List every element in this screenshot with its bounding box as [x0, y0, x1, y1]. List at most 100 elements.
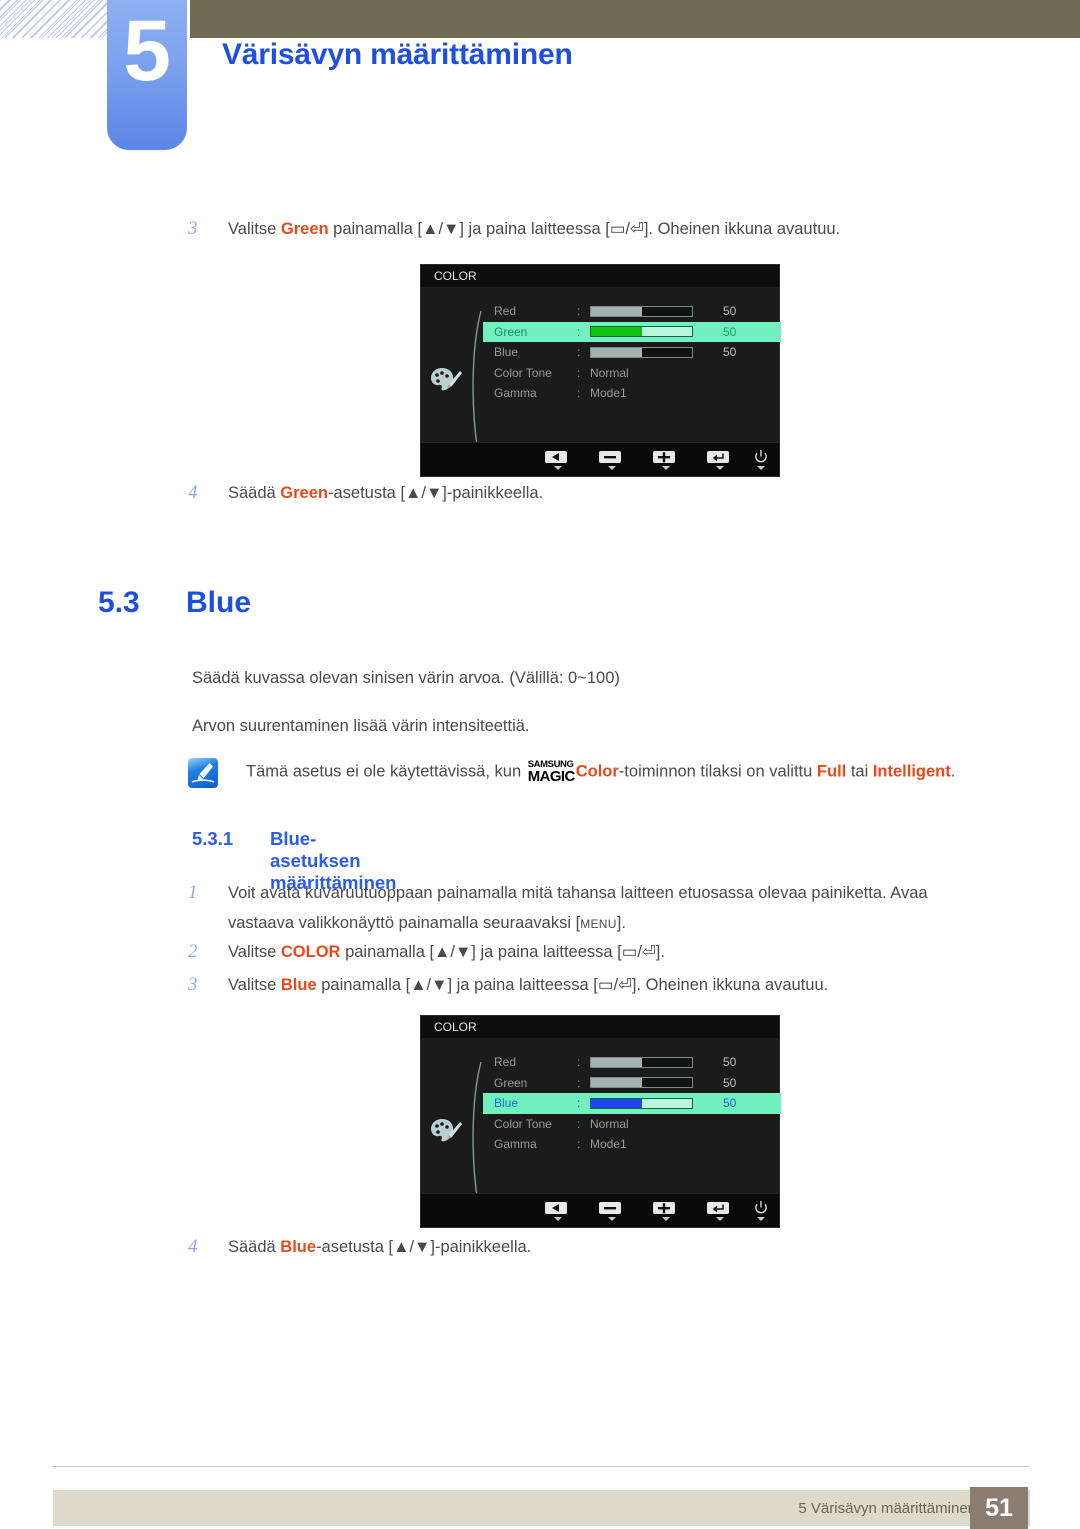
key-enter-icon: ▭/⏎: [597, 976, 632, 994]
osd-row-value: 50: [723, 304, 737, 319]
key-enter-icon: ▭/⏎: [621, 943, 656, 961]
osd-row-label: Gamma: [494, 386, 537, 401]
osd-slider[interactable]: [590, 346, 693, 358]
osd-row-green[interactable]: Green : 50: [483, 1073, 781, 1094]
osd-row-label: Gamma: [494, 1137, 537, 1152]
osd-row-colon: :: [577, 1137, 581, 1152]
osd-row-red[interactable]: Red : 50: [483, 1052, 781, 1073]
osd-row-label: Red: [494, 1055, 517, 1070]
osd-row-list: Red : 50 Green : 50 Blue : 50 Color Tone…: [483, 1052, 781, 1155]
step-number: 3: [188, 974, 198, 995]
chapter-number: 5: [123, 3, 171, 99]
step-text-pre: Valitse: [228, 943, 281, 961]
key-updown-icon: ▲/▼: [405, 484, 443, 502]
palette-icon: [429, 365, 463, 395]
step-number: 4: [188, 1236, 198, 1257]
step-highlight: Blue: [280, 976, 317, 994]
osd-row-color-tone[interactable]: Color Tone : Normal: [483, 1114, 781, 1135]
footer-divider: [53, 1466, 1030, 1467]
key-updown-icon: ▲/▼: [434, 943, 472, 961]
osd-slider[interactable]: [590, 1077, 693, 1089]
step-text-b: ] ja paina laitteessa [: [471, 943, 622, 961]
key-updown-icon: ▲/▼: [393, 1238, 431, 1256]
palette-icon: [429, 1116, 463, 1146]
osd-row-label: Color Tone: [494, 1116, 552, 1131]
osd-row-value: Normal: [590, 365, 629, 380]
step-highlight: Green: [280, 484, 328, 502]
osd-row-colon: :: [577, 1055, 581, 1070]
key-updown-icon: ▲/▼: [422, 220, 460, 238]
note-text-before: Tämä asetus ei ole käytettävissä, kun: [246, 762, 526, 781]
osd-row-color-tone[interactable]: Color Tone : Normal: [483, 363, 781, 384]
osd-footer-toolbar: [421, 1193, 779, 1227]
osd-row-colon: :: [577, 1096, 581, 1111]
osd-row-value: 50: [723, 324, 737, 339]
osd-row-label: Green: [494, 1075, 528, 1090]
osd-row-colon: :: [577, 304, 581, 319]
osd-row-green[interactable]: Green : 50: [483, 321, 781, 342]
step-number: 1: [188, 882, 198, 903]
osd-row-red[interactable]: Red : 50: [483, 301, 781, 322]
step-text-a: -asetusta [: [327, 484, 406, 502]
osd-row-colon: :: [577, 345, 581, 360]
osd-body: Red : 50 Green : 50 Blue : 50 Color Tone…: [421, 287, 781, 453]
step-text-pre: Säädä: [228, 1238, 281, 1256]
step-text-a: painamalla [: [328, 220, 423, 238]
osd-row-value: Mode1: [590, 1137, 627, 1152]
osd-slider[interactable]: [590, 1056, 693, 1068]
step-number: 4: [188, 482, 198, 503]
step-item: 3 Valitse Green painamalla [▲/▼] ja pain…: [188, 214, 1028, 244]
osd-row-label: Blue: [494, 345, 519, 360]
body-paragraph-1: Säädä kuvassa olevan sinisen värin arvoa…: [192, 669, 620, 687]
step-text-b: ] ja paina laitteessa [: [447, 976, 598, 994]
step-number: 2: [188, 941, 198, 962]
page-header: 5 Värisävyn määrittäminen: [0, 0, 1080, 175]
note-color-word: Color: [575, 762, 619, 781]
osd-row-blue[interactable]: Blue : 50: [483, 342, 781, 363]
osd-slider[interactable]: [590, 326, 693, 338]
key-updown-icon: ▲/▼: [410, 976, 448, 994]
osd-row-gamma[interactable]: Gamma : Mode1: [483, 383, 781, 404]
osd-slider[interactable]: [590, 1097, 693, 1109]
osd-row-gamma[interactable]: Gamma : Mode1: [483, 1134, 781, 1155]
osd-row-value: 50: [723, 345, 737, 360]
osd-row-label: Red: [494, 304, 517, 319]
osd-slider[interactable]: [590, 305, 693, 317]
step-text-line2-pre: vastaava valikkonäyttö painamalla seuraa…: [228, 914, 581, 932]
step-item: 1 Voit avata kuvaruutuoppaan painamalla …: [188, 878, 1018, 939]
osd-row-label: Green: [494, 324, 528, 339]
step-number: 3: [188, 218, 198, 239]
osd-row-value: 50: [723, 1096, 737, 1111]
osd-row-colon: :: [577, 1116, 581, 1131]
footer-title: 5 Värisävyn määrittäminen: [798, 1500, 976, 1517]
note-option-intelligent: Intelligent: [872, 762, 951, 781]
step-text-line1: Voit avata kuvaruutuoppaan painamalla mi…: [228, 884, 928, 902]
step-text-a: painamalla [: [316, 976, 411, 994]
osd-row-value: Mode1: [590, 386, 627, 401]
section-title: Blue: [186, 586, 252, 619]
step-text-pre: Valitse: [228, 220, 281, 238]
osd-row-list: Red : 50 Green : 50 Blue : 50 Color Tone…: [483, 301, 781, 404]
step-text-b: ]-painikkeella.: [442, 484, 544, 502]
note-text: Tämä asetus ei ole käytettävissä, kun SA…: [246, 760, 955, 784]
header-olive-bar: [190, 0, 1080, 38]
step-item: 4 Säädä Green-asetusta [▲/▼]-painikkeell…: [188, 478, 928, 508]
step-text-b: ] ja paina laitteessa [: [459, 220, 610, 238]
osd-color-menu-blue: COLOR Red : 50 Green: 50 Blue: 50 Colo…: [420, 1015, 781, 1228]
osd-row-label: Color Tone: [494, 365, 552, 380]
note-text-end: .: [950, 762, 956, 781]
osd-title: COLOR: [421, 265, 779, 287]
key-menu-icon: MENU: [580, 917, 617, 931]
step-text-a: painamalla [: [340, 943, 435, 961]
step-text-pre: Säädä: [228, 484, 281, 502]
samsung-magic-logo: SAMSUNG MAGIC: [528, 760, 576, 784]
osd-row-colon: :: [577, 324, 581, 339]
osd-row-blue[interactable]: Blue : 50: [483, 1093, 781, 1114]
step-highlight: Green: [280, 220, 329, 238]
osd-row-value: 50: [723, 1055, 737, 1070]
osd-row-colon: :: [577, 365, 581, 380]
step-item: 3 Valitse Blue painamalla [▲/▼] ja paina…: [188, 970, 1018, 1000]
step-highlight: Blue: [280, 1238, 317, 1256]
osd-row-label: Blue: [494, 1096, 519, 1111]
step-item: 2 Valitse COLOR painamalla [▲/▼] ja pain…: [188, 937, 1018, 967]
